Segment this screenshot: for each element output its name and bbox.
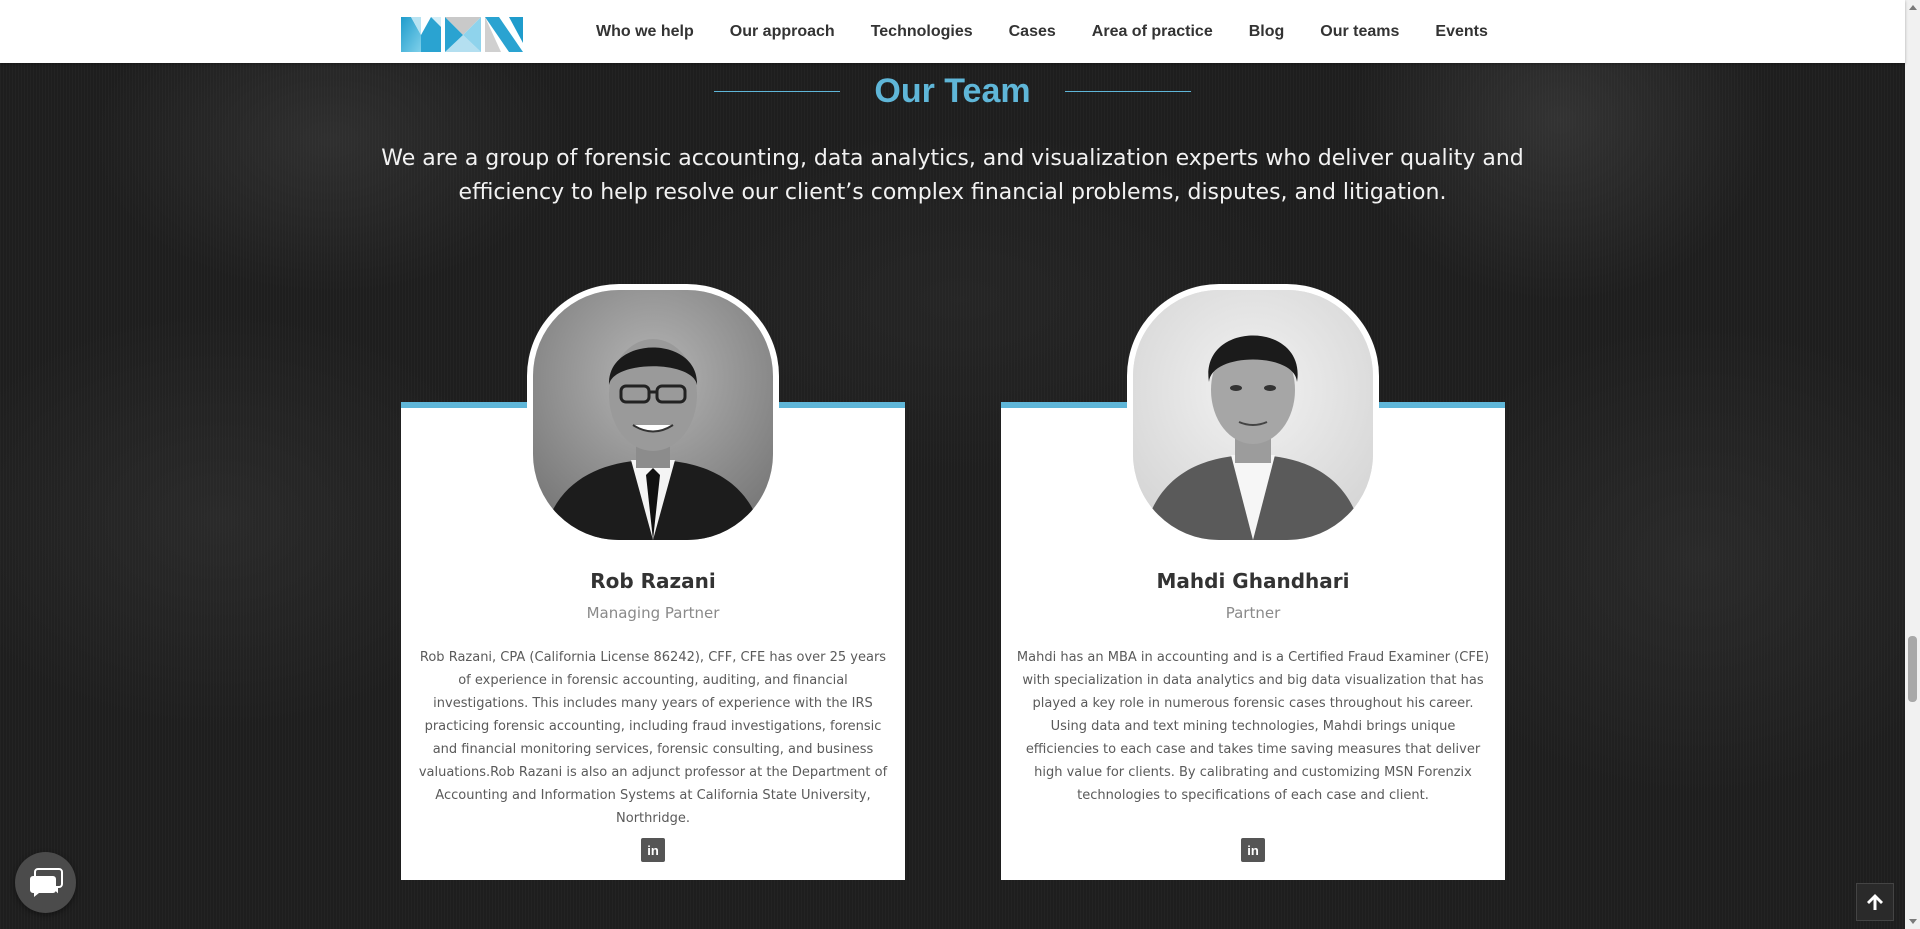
linkedin-icon[interactable]: in (641, 838, 665, 862)
title-divider-right (1064, 91, 1191, 92)
scroll-down-arrow-icon[interactable] (1905, 914, 1920, 929)
portrait-icon (1133, 290, 1373, 540)
scrollbar-thumb[interactable] (1908, 636, 1917, 702)
page-title: Our Team (874, 72, 1031, 110)
main-nav: Who we help Our approach Technologies Ca… (596, 0, 1524, 63)
team-photo-mahdi-ghandhari (1127, 284, 1379, 546)
nav-events[interactable]: Events (1435, 23, 1487, 41)
linkedin-icon[interactable]: in (1241, 838, 1265, 862)
scroll-up-arrow-icon[interactable] (1905, 0, 1920, 15)
nav-our-approach[interactable]: Our approach (730, 23, 835, 41)
site-header: Who we help Our approach Technologies Ca… (0, 0, 1905, 63)
section-heading: Our Team (0, 72, 1905, 111)
nav-cases[interactable]: Cases (1009, 23, 1056, 41)
member-name: Mahdi Ghandhari (1156, 569, 1350, 593)
member-bio: Rob Razani, CPA (California License 8624… (418, 650, 888, 826)
member-role: Managing Partner (586, 604, 720, 622)
nav-our-teams[interactable]: Our teams (1320, 23, 1399, 41)
msn-logo-icon (401, 17, 523, 52)
back-to-top-button[interactable] (1856, 883, 1894, 921)
member-name: Rob Razani (590, 569, 716, 593)
page-background (0, 0, 1905, 929)
nav-technologies[interactable]: Technologies (871, 23, 973, 41)
member-bio: Mahdi has an MBA in accounting and is a … (1016, 650, 1490, 803)
nav-blog[interactable]: Blog (1249, 23, 1285, 41)
chat-widget-button[interactable] (15, 852, 76, 913)
team-photo-rob-razani (527, 284, 779, 546)
title-divider-left (714, 91, 841, 92)
chat-bubble-icon (29, 867, 63, 897)
nav-who-we-help[interactable]: Who we help (596, 23, 694, 41)
arrow-up-icon (1867, 894, 1883, 910)
portrait-icon (533, 290, 773, 540)
msn-logo[interactable] (401, 13, 523, 52)
page-scrollbar[interactable] (1905, 0, 1920, 929)
section-intro: We are a group of forensic accounting, d… (381, 146, 1524, 205)
nav-area-of-practice[interactable]: Area of practice (1092, 23, 1213, 41)
member-role: Partner (1225, 604, 1281, 622)
